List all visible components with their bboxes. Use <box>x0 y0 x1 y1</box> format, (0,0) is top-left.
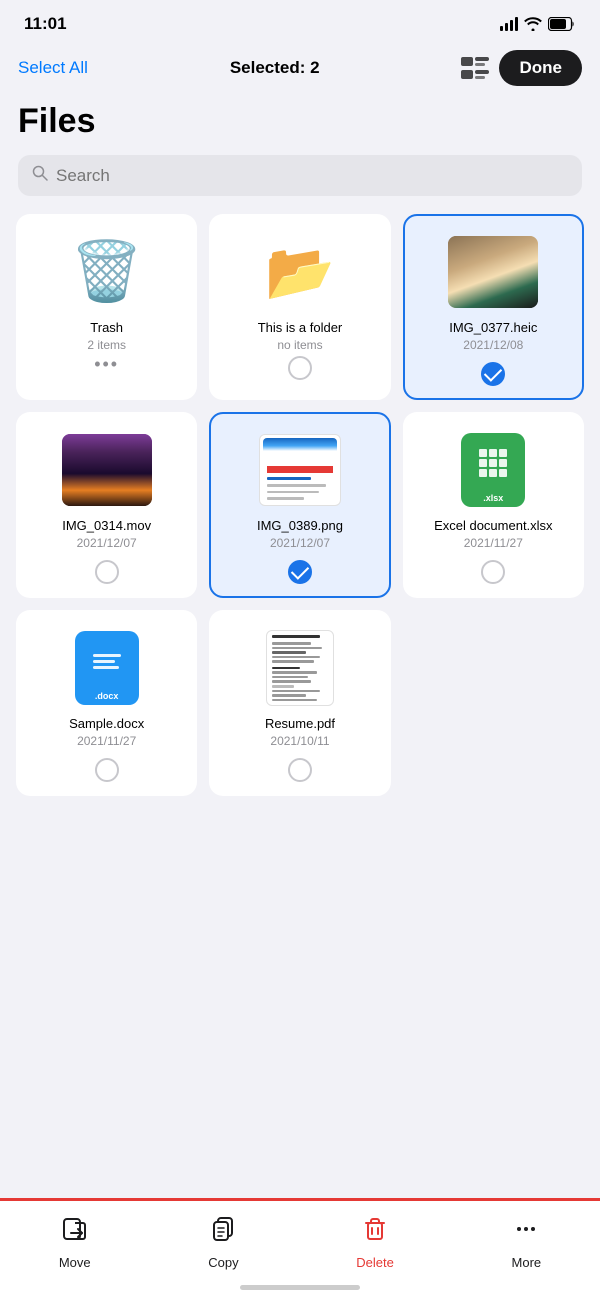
selected-count-label: Selected: 2 <box>230 58 320 78</box>
list-view-button[interactable] <box>461 57 489 79</box>
file-date: 2021/12/08 <box>463 338 523 352</box>
copy-icon <box>209 1215 237 1250</box>
done-button[interactable]: Done <box>499 50 582 86</box>
file-card-img0377[interactable]: IMG_0377.heic 2021/12/08 <box>403 214 584 400</box>
file-name: IMG_0377.heic <box>449 320 537 335</box>
file-card-trash[interactable]: 🗑️ Trash 2 items ••• <box>16 214 197 400</box>
file-meta: no items <box>277 338 322 352</box>
status-bar: 11:01 <box>0 0 600 42</box>
delete-label: Delete <box>356 1255 394 1270</box>
selection-circle[interactable] <box>95 560 119 584</box>
file-date: 2021/10/11 <box>270 734 329 748</box>
file-thumbnail <box>448 430 538 510</box>
selection-circle[interactable] <box>481 560 505 584</box>
file-card-resume[interactable]: Resume.pdf 2021/10/11 <box>209 610 390 796</box>
file-date: 2021/11/27 <box>77 734 136 748</box>
file-name: Excel document.xlsx <box>434 518 553 533</box>
file-name: IMG_0314.mov <box>62 518 151 533</box>
delete-icon <box>361 1215 389 1250</box>
search-icon <box>32 165 48 186</box>
file-meta: 2 items <box>87 338 126 352</box>
folder-icon: 📂 <box>255 232 345 312</box>
delete-button[interactable]: Delete <box>356 1215 394 1270</box>
file-name: This is a folder <box>258 320 343 335</box>
file-date: 2021/12/07 <box>77 536 137 550</box>
more-dots-icon: ••• <box>94 354 119 375</box>
bottom-toolbar: Move Copy Delete <box>0 1198 600 1298</box>
file-thumbnail <box>255 430 345 510</box>
file-name: Sample.docx <box>69 716 144 731</box>
more-icon <box>512 1215 540 1250</box>
signal-icon <box>500 17 518 31</box>
more-button[interactable]: More <box>512 1215 542 1270</box>
move-label: Move <box>59 1255 91 1270</box>
selection-circle-checked[interactable] <box>481 362 505 386</box>
selection-circle[interactable] <box>288 758 312 782</box>
selection-circle[interactable] <box>288 356 312 380</box>
file-thumbnail <box>62 430 152 510</box>
home-indicator <box>240 1285 360 1290</box>
copy-button[interactable]: Copy <box>208 1215 238 1270</box>
file-thumbnail <box>448 232 538 312</box>
file-name: Trash <box>90 320 123 335</box>
files-grid: 🗑️ Trash 2 items ••• 📂 This is a folder … <box>0 214 600 796</box>
status-time: 11:01 <box>24 14 67 34</box>
file-card-img0314[interactable]: IMG_0314.mov 2021/12/07 <box>16 412 197 598</box>
file-name: IMG_0389.png <box>257 518 343 533</box>
status-icons <box>500 17 576 31</box>
selection-circle[interactable] <box>95 758 119 782</box>
trash-icon: 🗑️ <box>62 232 152 312</box>
file-name: Resume.pdf <box>265 716 335 731</box>
battery-icon <box>548 17 576 31</box>
move-button[interactable]: Move <box>59 1215 91 1270</box>
file-card-excel[interactable]: Excel document.xlsx 2021/11/27 <box>403 412 584 598</box>
page-title: Files <box>0 98 600 155</box>
selection-toolbar: Select All Selected: 2 Done <box>0 42 600 98</box>
file-card-docx[interactable]: Sample.docx 2021/11/27 <box>16 610 197 796</box>
toolbar-right: Done <box>461 50 582 86</box>
file-card-img0389[interactable]: IMG_0389.png 2021/12/07 <box>209 412 390 598</box>
more-label: More <box>512 1255 542 1270</box>
file-thumbnail <box>62 628 152 708</box>
selection-circle-checked[interactable] <box>288 560 312 584</box>
copy-label: Copy <box>208 1255 238 1270</box>
move-icon <box>61 1215 89 1250</box>
file-thumbnail <box>255 628 345 708</box>
search-bar[interactable] <box>18 155 582 196</box>
wifi-icon <box>524 17 542 31</box>
select-all-button[interactable]: Select All <box>18 58 88 78</box>
file-date: 2021/11/27 <box>464 536 523 550</box>
file-date: 2021/12/07 <box>270 536 330 550</box>
search-input[interactable] <box>56 166 568 186</box>
file-card-folder[interactable]: 📂 This is a folder no items <box>209 214 390 400</box>
list-icon <box>461 57 489 79</box>
